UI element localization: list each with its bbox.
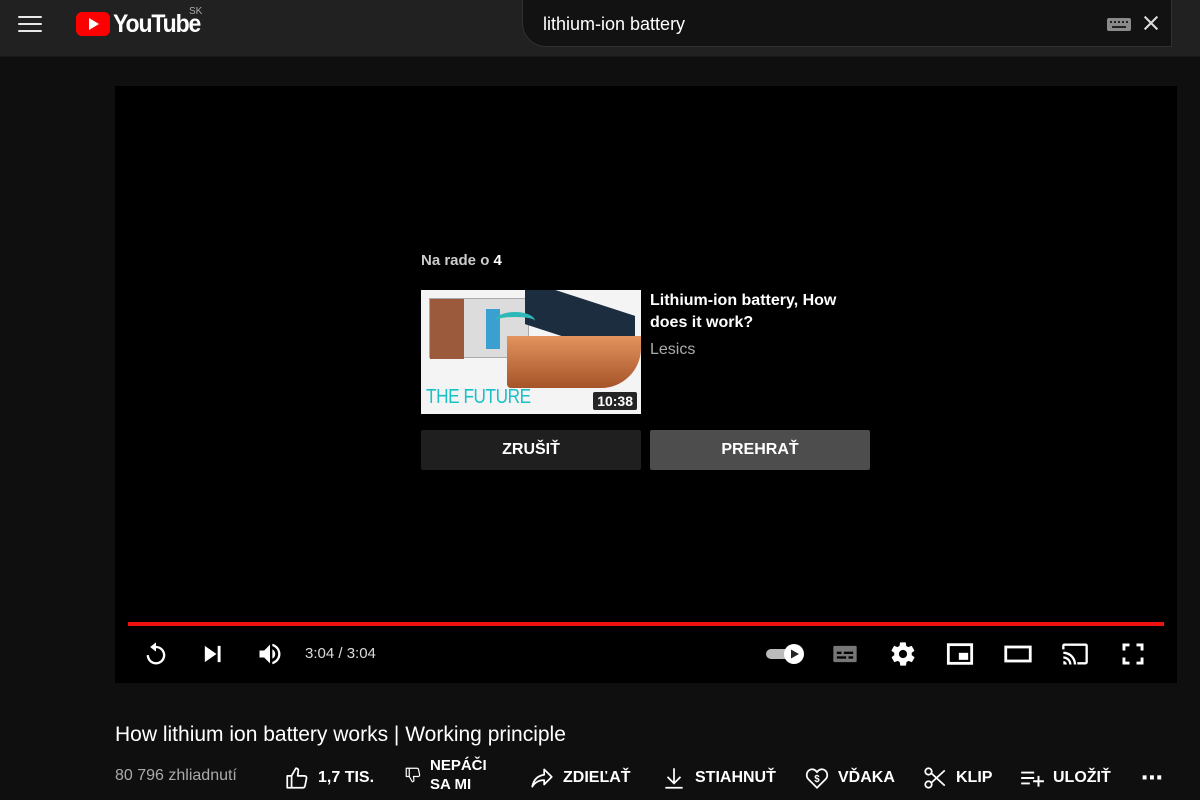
youtube-logo-icon	[76, 12, 110, 36]
thumbnail-arrow-graphic	[495, 312, 535, 330]
next-video-title[interactable]: Lithium-ion battery, How does it work?	[650, 290, 865, 334]
keyboard-icon[interactable]	[1107, 18, 1131, 31]
subtitles-icon[interactable]	[831, 640, 859, 668]
dislike-icon	[405, 767, 421, 783]
dislike-button[interactable]: NEPÁČI SA MI	[404, 757, 487, 793]
video-player[interactable]: Na rade o 4 THE FUTURE 10:38 Lithium-ion…	[115, 86, 1177, 683]
download-button[interactable]: STIAHNUŤ	[661, 763, 776, 793]
dislike-label-line1: NEPÁČI	[430, 757, 487, 774]
up-next-card[interactable]: THE FUTURE 10:38 Lithium-ion battery, Ho…	[421, 290, 871, 414]
search-input[interactable]	[543, 10, 1063, 38]
up-next-countdown: 4	[493, 252, 502, 269]
up-next-overlay: Na rade o 4 THE FUTURE 10:38 Lithium-ion…	[421, 252, 871, 414]
time-display: 3:04 / 3:04	[305, 645, 376, 662]
like-button[interactable]: 1,7 TIS.	[284, 763, 374, 793]
like-icon	[286, 767, 308, 789]
volume-icon[interactable]	[256, 640, 284, 668]
view-count: 80 796 zhliadnutí	[115, 767, 237, 784]
cancel-button[interactable]: ZRUŠIŤ	[421, 430, 641, 470]
share-button[interactable]: ZDIEĽAŤ	[529, 763, 631, 793]
scissors-icon	[924, 767, 946, 789]
clear-icon[interactable]	[1141, 13, 1161, 33]
more-actions-button[interactable]: ⋯	[1141, 763, 1163, 793]
thumbnail-text: THE FUTURE	[426, 386, 531, 408]
clip-button[interactable]: KLIP	[922, 763, 992, 793]
svg-text:$: $	[814, 774, 820, 785]
up-next-prefix: Na rade o	[421, 252, 490, 269]
like-count: 1,7 TIS.	[318, 769, 375, 786]
autoplay-toggle-icon[interactable]	[764, 640, 808, 668]
progress-bar[interactable]	[128, 622, 1164, 626]
download-icon	[665, 768, 683, 789]
share-icon	[531, 768, 553, 788]
play-now-button[interactable]: PREHRAŤ	[650, 430, 870, 470]
dislike-label: NEPÁČI SA MI	[430, 756, 487, 794]
save-button[interactable]: ULOŽIŤ	[1019, 763, 1111, 793]
settings-icon[interactable]	[889, 640, 917, 668]
masthead: YouTube SK	[0, 0, 1200, 57]
clip-label: KLIP	[956, 769, 993, 786]
thumbnail-copper-graphic	[507, 336, 641, 388]
player-controls: 3:04 / 3:04	[115, 634, 1177, 674]
fullscreen-icon[interactable]	[1119, 640, 1147, 668]
duration-badge: 10:38	[593, 392, 637, 410]
thanks-icon: $	[805, 768, 829, 789]
cast-icon[interactable]	[1061, 640, 1089, 668]
video-title: How lithium ion battery works | Working …	[115, 723, 566, 746]
dislike-label-line2: SA MI	[430, 776, 472, 793]
up-next-label: Na rade o 4	[421, 252, 871, 269]
search-box	[522, 0, 1172, 47]
theater-icon[interactable]	[1004, 640, 1032, 668]
next-video-channel: Lesics	[650, 341, 696, 358]
more-icon: ⋯	[1141, 765, 1163, 790]
miniplayer-icon[interactable]	[946, 640, 974, 668]
next-video-thumbnail[interactable]: THE FUTURE 10:38	[421, 290, 641, 414]
save-label: ULOŽIŤ	[1053, 769, 1111, 786]
thanks-button[interactable]: $ VĎAKA	[804, 763, 895, 793]
thanks-label: VĎAKA	[838, 769, 895, 786]
share-label: ZDIEĽAŤ	[563, 769, 631, 786]
next-icon[interactable]	[199, 640, 227, 668]
playlist-add-icon	[1021, 771, 1044, 787]
country-code: SK	[189, 6, 203, 17]
logo-wordmark: YouTube	[113, 9, 201, 38]
download-label: STIAHNUŤ	[695, 769, 776, 786]
replay-icon[interactable]	[142, 640, 170, 668]
menu-icon[interactable]	[18, 10, 46, 38]
